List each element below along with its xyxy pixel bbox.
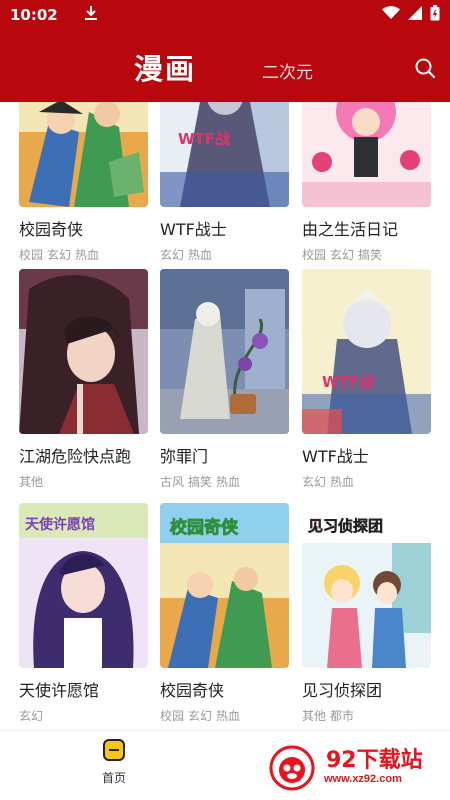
tag: 校园 xyxy=(302,248,327,262)
watermark: 92下载站 www.xz92.com xyxy=(266,740,444,796)
comic-grid: 校园奇侠 校园 玄幻 热血 WTF战 WTF战士 玄幻 热血 由之生活日记 校园… xyxy=(0,102,450,730)
comic-cover[interactable] xyxy=(160,269,289,434)
status-bar: 10:02 xyxy=(0,0,450,30)
cover-title-text: WTF战 xyxy=(322,373,374,391)
comic-cover[interactable]: 校园奇侠 xyxy=(160,503,289,668)
comic-tags: 其他 都市 xyxy=(302,707,431,724)
comic-tags: 玄幻 xyxy=(19,707,148,724)
comic-cover[interactable] xyxy=(19,269,148,434)
status-time: 10:02 xyxy=(10,6,58,24)
comic-tags: 校园 玄幻 搞笑 xyxy=(302,246,431,263)
tag: 搞笑 xyxy=(188,475,213,489)
comic-card[interactable]: 见习侦探团 见习侦探团 其他 都市 xyxy=(302,503,431,724)
comic-card[interactable]: 由之生活日记 校园 玄幻 搞笑 xyxy=(302,102,431,263)
tag: 热血 xyxy=(216,709,241,723)
watermark-name: 92下载站 xyxy=(326,748,423,773)
cover-title-text: 见习侦探团 xyxy=(308,517,383,535)
comic-card[interactable]: 校园奇侠 校园奇侠 校园 玄幻 热血 xyxy=(160,503,289,724)
tag: 古风 xyxy=(160,475,185,489)
comic-cover[interactable]: WTF战 xyxy=(160,102,289,207)
cover-title-text: 校园奇侠 xyxy=(170,517,239,538)
comic-cover[interactable]: 见习侦探团 xyxy=(302,503,431,668)
tag: 玄幻 xyxy=(302,475,327,489)
comic-title: WTF战士 xyxy=(160,220,227,239)
tag: 玄幻 xyxy=(160,248,185,262)
battery-icon xyxy=(430,5,440,25)
tag: 搞笑 xyxy=(358,248,383,262)
comic-tags: 玄幻 热血 xyxy=(302,473,431,490)
comic-card[interactable]: 天使许愿馆 天使许愿馆 玄幻 xyxy=(19,503,148,724)
comic-cover[interactable]: 天使许愿馆 xyxy=(19,503,148,668)
comic-card[interactable]: WTF战 WTF战士 玄幻 热血 xyxy=(160,102,289,263)
wifi-icon xyxy=(382,6,400,24)
signal-icon xyxy=(408,6,422,24)
comic-title: 江湖危险快点跑 xyxy=(19,447,132,466)
comic-cover[interactable] xyxy=(302,102,431,207)
tag: 玄幻 xyxy=(19,709,44,723)
tag: 热血 xyxy=(188,248,213,262)
tab-anime[interactable]: 二次元 xyxy=(262,58,313,83)
comic-title: 校园奇侠 xyxy=(160,681,225,700)
comic-cover[interactable] xyxy=(19,102,148,207)
comic-tags: 古风 搞笑 热血 xyxy=(160,473,289,490)
tag: 校园 xyxy=(160,709,185,723)
cover-title-text: WTF战 xyxy=(178,130,230,148)
comic-tags: 校园 玄幻 热血 xyxy=(19,246,148,263)
comic-title: 见习侦探团 xyxy=(302,681,383,700)
nav-home[interactable]: 首页 xyxy=(96,739,132,786)
tag: 校园 xyxy=(19,248,44,262)
comic-title: WTF战士 xyxy=(302,447,369,466)
tag: 热血 xyxy=(75,248,100,262)
tag: 其他 xyxy=(19,475,44,489)
comic-card[interactable]: 江湖危险快点跑 其他 xyxy=(19,269,148,490)
comic-title: 由之生活日记 xyxy=(302,220,399,239)
comic-tags: 校园 玄幻 热血 xyxy=(160,707,289,724)
comic-card[interactable]: 校园奇侠 校园 玄幻 热血 xyxy=(19,102,148,263)
comic-tags: 玄幻 热血 xyxy=(160,246,289,263)
watermark-logo-icon xyxy=(269,745,315,791)
search-icon[interactable] xyxy=(414,57,436,79)
comic-cover[interactable]: WTF战 xyxy=(302,269,431,434)
comic-card[interactable]: 弥罪门 古风 搞笑 热血 xyxy=(160,269,289,490)
watermark-url: www.xz92.com xyxy=(324,773,402,785)
cover-title-text: 天使许愿馆 xyxy=(25,516,95,533)
comic-card[interactable]: WTF战 WTF战士 玄幻 热血 xyxy=(302,269,431,490)
tag: 其他 xyxy=(302,709,327,723)
app-header: 漫画 二次元 xyxy=(0,30,450,102)
home-icon xyxy=(103,739,125,761)
tab-comics[interactable]: 漫画 xyxy=(134,46,196,88)
tag: 玄幻 xyxy=(47,248,72,262)
tag: 热血 xyxy=(216,475,241,489)
comic-title: 天使许愿馆 xyxy=(19,681,100,700)
comic-title: 校园奇侠 xyxy=(19,220,84,239)
tag: 热血 xyxy=(330,475,355,489)
nav-home-label: 首页 xyxy=(101,771,126,785)
tag: 都市 xyxy=(330,709,355,723)
tag: 玄幻 xyxy=(330,248,355,262)
tag: 玄幻 xyxy=(188,709,213,723)
comic-tags: 其他 xyxy=(19,473,148,490)
comic-title: 弥罪门 xyxy=(160,447,209,466)
download-icon xyxy=(84,5,98,25)
